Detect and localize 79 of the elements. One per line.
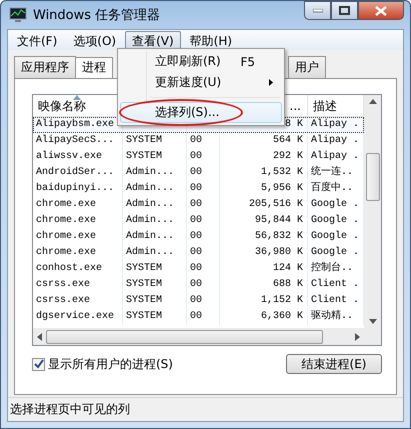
table-cell: Admin... [123,213,187,229]
end-process-button[interactable]: 结束进程(E) [286,354,382,374]
table-cell: chrome.exe [33,197,123,213]
window-title: Windows 任务管理器 [33,7,160,24]
close-button[interactable] [358,1,404,20]
table-cell: AlipaySecS... [33,133,123,149]
scroll-left-icon[interactable] [37,332,42,340]
minimize-button[interactable] [304,1,331,20]
table-cell: 6,360 K [220,309,308,325]
checkbox-label: 显示所有用户的进程(S) [48,356,173,372]
table-cell: SYSTEM [123,309,187,325]
table-cell: 1,532 K [220,165,308,181]
table-cell: SYSTEM [123,261,187,277]
tab[interactable]: 应用程序 [14,56,76,78]
table-cell: 5,956 K [220,181,308,197]
table-cell: chrome.exe [33,229,123,245]
table-cell: chrome.exe [33,245,123,261]
close-icon [375,6,387,16]
tab[interactable]: 用户 [288,56,326,78]
table-cell: 1,152 K [220,293,308,309]
submenu-arrow-icon [269,79,273,86]
table-cell: 00 [187,149,220,165]
scroll-right-icon[interactable] [355,332,360,340]
table-cell: 205,516 K [220,197,308,213]
scroll-thumb[interactable] [366,152,380,200]
table-cell: 00 [187,181,220,197]
tab[interactable]: 进程 [75,57,113,78]
table-cell: 95,844 K [220,213,308,229]
table-cell: csrss.exe [33,277,123,293]
table-cell: 00 [187,229,220,245]
table-cell: AndroidSer... [33,165,123,181]
table-cell: SYSTEM [123,149,187,165]
scroll-thumb[interactable] [46,330,323,344]
table-cell: 564 K [220,133,308,149]
table-cell: Admin... [123,165,187,181]
table-cell: 36,980 K [220,245,308,261]
vertical-scrollbar[interactable] [364,95,381,328]
horizontal-scrollbar[interactable] [33,328,364,345]
checkbox[interactable] [32,358,45,370]
menu-item[interactable]: 文件(F) [10,31,64,49]
menu-item[interactable]: 帮助(H) [182,31,240,49]
table-cell: 124 K [220,261,308,277]
table-cell: csrss.exe [33,293,123,309]
table-cell: 00 [187,165,220,181]
table-cell: 00 [187,133,220,149]
scroll-up-icon[interactable] [368,99,376,104]
table-cell: 00 [187,197,220,213]
table-cell: Admin... [123,197,187,213]
menu-item[interactable]: 选项(O) [66,31,124,49]
table-cell: aliwssv.exe [33,149,123,165]
table-cell: conhost.exe [33,261,123,277]
minimize-icon [312,8,322,12]
status-bar: 选择进程页中可见的列 [8,397,403,421]
table-cell: SYSTEM [123,293,187,309]
table-cell: SYSTEM [123,277,187,293]
table-cell: 00 [187,261,220,277]
menu-item-label[interactable]: 更新速度(U) [155,74,222,91]
table-cell: Admin... [123,229,187,245]
table-cell: SYSTEM [123,133,187,149]
table-cell: dgservice.exe [33,309,123,325]
shortcut-label: F5 [240,54,255,68]
table-cell: 688 K [220,277,308,293]
table-cell: baidupinyi... [33,181,123,197]
table-cell: 00 [187,213,220,229]
menu-item[interactable]: 查看(V) [125,31,181,49]
table-cell: 00 [187,293,220,309]
table-cell: 00 [187,245,220,261]
table-cell: Admin... [123,245,187,261]
table-cell: 00 [187,277,220,293]
table-cell: 292 K [220,149,308,165]
monitor-icon [9,7,27,23]
table-cell: 56,832 K [220,229,308,245]
table-cell: chrome.exe [33,213,123,229]
scroll-down-icon[interactable] [368,319,376,324]
maximize-button[interactable] [331,1,358,20]
table-cell: 00 [187,309,220,325]
maximize-icon [339,6,350,15]
menu-item-label[interactable]: 立即刷新(R) [155,53,221,70]
table-cell: Admin... [123,181,187,197]
